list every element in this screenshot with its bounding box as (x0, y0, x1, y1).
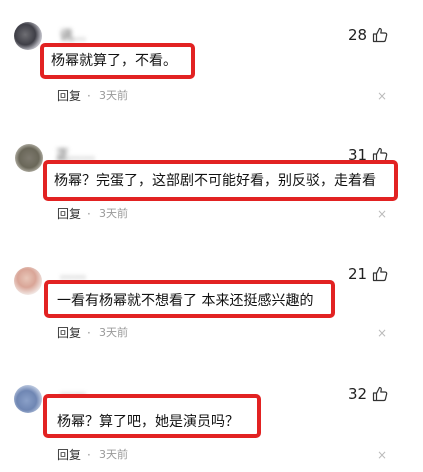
like-count: 32 (348, 385, 368, 403)
timestamp: 3天前 (99, 207, 128, 220)
comment-item: 讯… 28 杨幂就算了，不看。 回复 · 3天前 × (0, 0, 423, 110)
reply-button[interactable]: 回复 (57, 326, 81, 340)
timestamp: 3天前 (99, 448, 128, 461)
avatar[interactable] (15, 144, 43, 172)
thumbs-up-icon[interactable] (372, 27, 388, 43)
close-icon[interactable]: × (377, 449, 387, 461)
timestamp: 3天前 (99, 326, 128, 339)
close-icon[interactable]: × (377, 327, 387, 339)
reply-button[interactable]: 回复 (57, 207, 81, 221)
avatar[interactable] (14, 385, 42, 413)
comment-text: 杨幂？完蛋了，这部剧不可能好看，别反驳，走着看 (54, 173, 376, 189)
comment-item: 正…… 31 杨幂？完蛋了，这部剧不可能好看，别反驳，走着看 回复 · 3天前 … (0, 120, 423, 230)
close-icon[interactable]: × (377, 90, 387, 102)
comment-text: 杨幂？算了吧，她是演员吗？ (57, 414, 239, 430)
comment-item: …… 32 杨幂？算了吧，她是演员吗？ 回复 · 3天前 × (0, 360, 423, 470)
separator-dot: · (87, 207, 91, 221)
thumbs-up-icon[interactable] (372, 266, 388, 282)
comment-text: 杨幂就算了，不看。 (51, 53, 177, 69)
comment-text: 一看有杨幂就不想看了 本来还挺感兴趣的 (57, 293, 314, 309)
timestamp: 3天前 (99, 89, 128, 102)
comment-item: …… 21 一看有杨幂就不想看了 本来还挺感兴趣的 回复 · 3天前 × (0, 240, 423, 350)
avatar[interactable] (14, 22, 42, 50)
separator-dot: · (87, 89, 91, 103)
separator-dot: · (87, 448, 91, 462)
separator-dot: · (87, 326, 91, 340)
reply-button[interactable]: 回复 (57, 89, 81, 103)
close-icon[interactable]: × (377, 208, 387, 220)
commenter-name[interactable]: 讯… (60, 30, 86, 44)
like-count: 21 (348, 265, 368, 283)
like-count: 28 (348, 26, 368, 44)
thumbs-up-icon[interactable] (372, 386, 388, 402)
reply-button[interactable]: 回复 (57, 448, 81, 462)
avatar[interactable] (14, 267, 42, 295)
